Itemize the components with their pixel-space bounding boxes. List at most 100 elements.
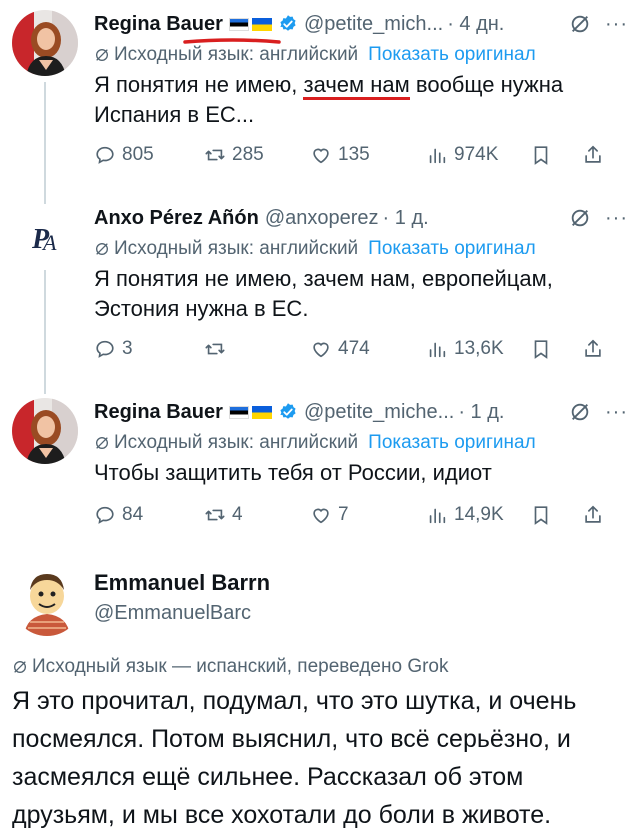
views-icon	[429, 342, 446, 358]
grok-icon	[96, 437, 108, 449]
tweet[interactable]: P A Anxo Pérez Añón @anxoperez · 1 д. ··…	[0, 196, 640, 394]
reply-button[interactable]: 3	[94, 338, 204, 360]
grok-icon[interactable]	[569, 13, 591, 35]
author-handle[interactable]: @anxoperez	[265, 207, 379, 230]
repost-count: 285	[232, 144, 264, 165]
repost-button[interactable]: 285	[204, 144, 310, 166]
reply-icon	[96, 506, 114, 524]
repost-button[interactable]: 4	[204, 504, 310, 526]
like-button[interactable]: 135	[310, 144, 426, 166]
like-icon	[313, 148, 329, 164]
reply-button[interactable]: 805	[94, 144, 204, 166]
views-button[interactable]: 974K	[426, 144, 530, 166]
views-icon	[429, 148, 446, 164]
verified-badge-icon	[280, 403, 296, 419]
like-count: 135	[338, 144, 370, 165]
tweet-text: Я понятия не имею, зачем нам, европейцам…	[94, 266, 553, 321]
repost-button[interactable]	[204, 338, 310, 360]
avatar[interactable]	[12, 10, 78, 76]
translation-label: Исходный язык: английский	[114, 432, 359, 453]
like-count: 7	[338, 504, 349, 525]
show-original-link[interactable]: Показать оригинал	[368, 238, 535, 260]
author-handle[interactable]: @petite_miche...	[304, 401, 454, 424]
translation-notice: Исходный язык: английский Показать ориги…	[94, 432, 628, 454]
red-underline-mark	[183, 37, 281, 44]
tweet-text: Я понятия не имею, зачем нам вообще нужн…	[94, 70, 628, 130]
author-handle[interactable]: @EmmanuelBarc	[94, 602, 270, 625]
avatar[interactable]	[12, 398, 78, 464]
translation-notice: Исходный язык: английский Показать ориги…	[94, 238, 628, 260]
translation-notice: Исходный язык — испанский, переведено Gr…	[12, 656, 449, 678]
ukraine-flag-icon	[251, 405, 272, 419]
verified-badge-icon	[280, 15, 296, 31]
more-icon[interactable]: ···	[605, 401, 628, 424]
like-count: 474	[338, 338, 370, 359]
main-author: Emmanuel Barrn @EmmanuelBarc	[94, 570, 270, 625]
tweet-actions: 84 4 7 14,9K	[94, 504, 628, 526]
svg-text:A: A	[41, 230, 57, 255]
author-name[interactable]: Regina Bauer	[94, 401, 223, 424]
bookmark-button[interactable]	[530, 338, 582, 360]
bookmark-button[interactable]	[530, 504, 582, 526]
timestamp[interactable]: · 1 д.	[458, 401, 504, 424]
more-icon[interactable]: ···	[605, 207, 628, 230]
reply-count: 3	[122, 338, 133, 359]
estonia-flag-icon	[228, 405, 249, 419]
underlined-phrase: зачем нам	[303, 72, 410, 100]
translation-label: Исходный язык: английский	[114, 238, 359, 259]
author-name[interactable]: Emmanuel Barrn	[94, 570, 270, 596]
author-name[interactable]: Anxo Pérez Añón	[94, 207, 259, 230]
bookmark-icon	[534, 340, 548, 359]
reply-count: 805	[122, 144, 154, 165]
tweet-actions: 3 474 13,6K	[94, 338, 628, 360]
bookmark-button[interactable]	[530, 144, 582, 166]
repost-count: 4	[232, 504, 243, 525]
like-icon	[313, 342, 329, 358]
repost-icon	[205, 343, 225, 355]
share-button[interactable]	[582, 144, 610, 166]
view-count: 14,9K	[454, 504, 504, 525]
translation-label: Исходный язык — испанский, переведено Gr…	[32, 656, 449, 677]
grok-icon	[96, 49, 108, 61]
translation-label: Исходный язык: английский	[114, 44, 359, 65]
share-icon	[585, 145, 601, 163]
grok-icon[interactable]	[569, 401, 591, 423]
timestamp[interactable]: · 1 д.	[383, 207, 429, 230]
share-button[interactable]	[582, 504, 610, 526]
avatar[interactable]: P A	[12, 204, 78, 270]
views-icon	[429, 508, 446, 524]
author-name[interactable]: Regina Bauer	[94, 13, 223, 36]
view-count: 974K	[454, 144, 499, 165]
author-handle[interactable]: @petite_mich...	[304, 13, 443, 36]
bookmark-icon	[534, 506, 548, 525]
tweet-actions: 805 285 135 974K	[94, 144, 628, 166]
share-button[interactable]	[582, 338, 610, 360]
tweet[interactable]: Regina Bauer @petite_mich... · 4 дн. ···	[0, 0, 640, 200]
ukraine-flag-icon	[251, 17, 272, 31]
reply-icon	[96, 146, 114, 164]
grok-icon	[96, 243, 108, 255]
share-icon	[585, 339, 601, 357]
translation-notice: Исходный язык: английский Показать ориги…	[94, 44, 628, 66]
view-count: 13,6K	[454, 338, 504, 359]
flag-emojis	[228, 405, 272, 419]
avatar[interactable]	[12, 566, 82, 636]
tweet[interactable]: Regina Bauer @petite_miche... · 1 д. ···	[0, 390, 640, 550]
reply-button[interactable]: 84	[94, 504, 204, 526]
share-icon	[585, 505, 601, 523]
show-original-link[interactable]: Показать оригинал	[368, 432, 535, 454]
views-button[interactable]: 14,9K	[426, 504, 530, 526]
more-icon[interactable]: ···	[605, 13, 628, 36]
repost-icon	[205, 149, 225, 161]
reply-count: 84	[122, 504, 144, 525]
reply-icon	[96, 340, 114, 358]
show-original-link[interactable]: Показать оригинал	[368, 44, 535, 66]
views-button[interactable]: 13,6K	[426, 338, 530, 360]
timestamp[interactable]: · 4 дн.	[447, 13, 504, 36]
like-button[interactable]: 7	[310, 504, 426, 526]
grok-icon[interactable]	[569, 207, 591, 229]
bookmark-icon	[534, 146, 548, 165]
like-icon	[313, 508, 329, 524]
tweet-text: Я это прочитал, подумал, что это шутка, …	[12, 687, 577, 829]
like-button[interactable]: 474	[310, 338, 426, 360]
